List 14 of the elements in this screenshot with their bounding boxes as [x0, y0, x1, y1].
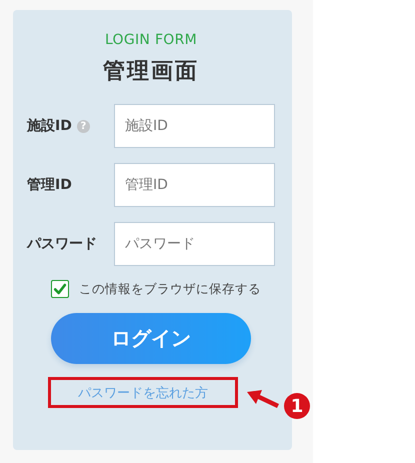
- login-button[interactable]: ログイン: [51, 313, 251, 364]
- field-label: 施設ID: [27, 117, 72, 135]
- field-label: 管理ID: [27, 176, 72, 194]
- help-icon[interactable]: ?: [76, 120, 90, 132]
- form-title: 管理画面: [103, 58, 199, 86]
- checkbox[interactable]: [51, 280, 69, 298]
- field-label: パスワード: [27, 235, 97, 253]
- annotation-number: 1: [284, 393, 310, 419]
- form-eyebrow: LOGIN FORM: [104, 32, 198, 48]
- input-field[interactable]: 施設ID: [114, 104, 275, 148]
- input-field[interactable]: パスワード: [114, 222, 275, 266]
- forgot-password-link[interactable]: パスワードを忘れた方: [78, 384, 208, 402]
- checkbox-label: この情報をブラウザに保存する: [79, 280, 261, 298]
- input-field[interactable]: 管理ID: [114, 163, 275, 207]
